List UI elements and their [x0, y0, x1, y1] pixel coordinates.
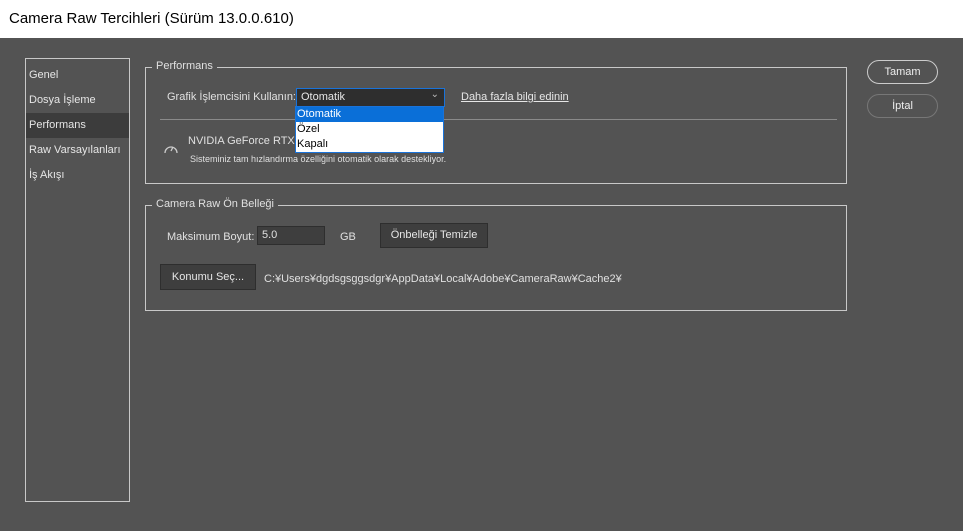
sidebar-item-dosya-isleme[interactable]: Dosya İşleme: [26, 88, 129, 113]
gpu-select-value: Otomatik: [301, 91, 346, 103]
unit-label: GB: [340, 231, 356, 243]
sidebar-item-genel[interactable]: Genel: [26, 63, 129, 88]
cancel-button[interactable]: İptal: [867, 94, 938, 118]
max-size-input[interactable]: 5.0: [257, 226, 325, 245]
cache-legend: Camera Raw Ön Belleği: [152, 198, 278, 210]
divider: [160, 119, 837, 120]
sidebar-item-is-akisi[interactable]: İş Akışı: [26, 163, 129, 188]
gpu-status: Sisteminiz tam hızlandırma özelliğini ot…: [190, 154, 447, 164]
speedometer-icon: [164, 146, 178, 154]
choose-location-button[interactable]: Konumu Seç...: [160, 264, 256, 290]
sidebar-item-performans[interactable]: Performans: [26, 113, 129, 138]
option-kapali[interactable]: Kapalı: [296, 137, 443, 152]
gpu-dropdown-list: Otomatik Özel Kapalı: [295, 106, 444, 153]
cache-path: C:¥Users¥dgdsgsggsdgr¥AppData¥Local¥Adob…: [264, 273, 622, 285]
sidebar: Genel Dosya İşleme Performans Raw Varsay…: [25, 58, 130, 502]
window-title: Camera Raw Tercihleri (Sürüm 13.0.0.610): [0, 0, 963, 38]
gpu-label: Grafik İşlemcisini Kullanın:: [167, 91, 296, 103]
learn-more-link[interactable]: Daha fazla bilgi edinin: [461, 91, 569, 103]
ok-button[interactable]: Tamam: [867, 60, 938, 84]
performance-legend: Performans: [152, 60, 217, 72]
option-otomatik[interactable]: Otomatik: [296, 107, 443, 122]
sidebar-item-raw-varsayilanlari[interactable]: Raw Varsayılanları: [26, 138, 129, 163]
gpu-select[interactable]: Otomatik ⌄: [296, 88, 445, 107]
performance-group: Performans Grafik İşlemcisini Kullanın: …: [145, 60, 847, 184]
purge-cache-button[interactable]: Önbelleği Temizle: [380, 223, 488, 248]
gpu-name: NVIDIA GeForce RTX 2: [188, 135, 304, 147]
option-ozel[interactable]: Özel: [296, 122, 443, 137]
cache-group: Camera Raw Ön Belleği Maksimum Boyut: 5.…: [145, 198, 847, 311]
chevron-down-icon: ⌄: [430, 89, 439, 100]
max-size-label: Maksimum Boyut:: [167, 231, 255, 243]
